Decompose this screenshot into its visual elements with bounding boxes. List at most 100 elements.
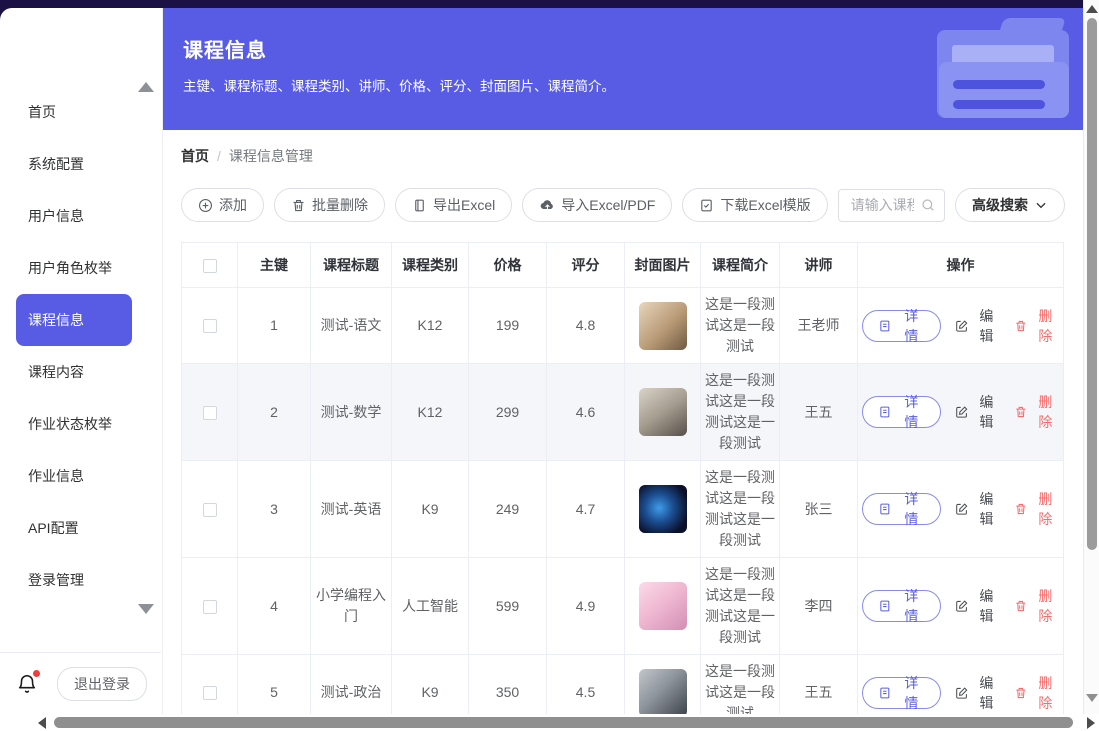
sidebar-item-7[interactable]: 作业信息 xyxy=(0,450,162,502)
export-excel-button[interactable]: 导出Excel xyxy=(395,188,512,222)
page-header-banner: 课程信息 主键、课程标题、课程类别、讲师、价格、评分、封面图片、课程简介。 xyxy=(163,8,1083,130)
row-checkbox[interactable] xyxy=(203,503,217,517)
delete-trash-icon xyxy=(1014,319,1028,333)
select-all-checkbox[interactable] xyxy=(203,259,217,273)
sidebar-item-6[interactable]: 作业状态枚举 xyxy=(0,398,162,450)
cover-image xyxy=(639,485,687,533)
id-cell: 5 xyxy=(238,655,311,715)
sidebar-item-0[interactable]: 首页 xyxy=(0,86,162,138)
detail-doc-icon xyxy=(878,599,892,613)
row-checkbox[interactable] xyxy=(203,319,217,333)
category-cell: K12 xyxy=(392,364,469,461)
cover-cell xyxy=(625,655,701,715)
trash-icon xyxy=(291,198,306,213)
edit-pencil-icon xyxy=(955,599,969,613)
sidebar-item-4[interactable]: 课程信息 xyxy=(16,294,132,346)
horizontal-scrollbar[interactable] xyxy=(30,714,1083,731)
checkbox-cell xyxy=(182,655,238,715)
download-template-button[interactable]: 下载Excel模版 xyxy=(682,188,827,222)
intro-cell: 这是一段测试这是一段测试 xyxy=(701,288,780,364)
edit-button[interactable]: 编辑 xyxy=(955,489,1000,529)
rating-cell: 4.6 xyxy=(547,364,625,461)
scroll-down-arrow-icon[interactable] xyxy=(1086,694,1098,702)
ops-cell: 详情编辑删除 xyxy=(858,364,1064,461)
edit-button[interactable]: 编辑 xyxy=(955,586,1000,626)
logout-button[interactable]: 退出登录 xyxy=(57,667,147,701)
checkbox-cell xyxy=(182,288,238,364)
detail-button[interactable]: 详情 xyxy=(862,310,941,342)
intro-cell: 这是一段测试这是一段测试这是一段测试 xyxy=(701,461,780,558)
sidebar-item-2[interactable]: 用户信息 xyxy=(0,190,162,242)
detail-doc-icon xyxy=(878,686,892,700)
ops-cell: 详情编辑删除 xyxy=(858,655,1064,715)
edit-button[interactable]: 编辑 xyxy=(955,306,1000,346)
scroll-left-arrow-icon[interactable] xyxy=(38,717,46,729)
sidebar-item-1[interactable]: 系统配置 xyxy=(0,138,162,190)
delete-trash-icon xyxy=(1014,405,1028,419)
category-cell: 人工智能 xyxy=(392,558,469,655)
breadcrumb: 首页 / 课程信息管理 xyxy=(181,146,1065,166)
title-cell: 测试-英语 xyxy=(311,461,392,558)
edit-button[interactable]: 编辑 xyxy=(955,673,1000,713)
detail-button[interactable]: 详情 xyxy=(862,396,941,428)
sidebar: 首页系统配置用户信息用户角色枚举课程信息课程内容作业状态枚举作业信息API配置登… xyxy=(0,8,163,731)
sidebar-item-8[interactable]: API配置 xyxy=(0,502,162,554)
table-row: 1测试-语文K121994.8这是一段测试这是一段测试王老师详情编辑删除 xyxy=(182,288,1064,364)
vertical-scrollbar[interactable] xyxy=(1083,0,1099,714)
row-checkbox[interactable] xyxy=(203,686,217,700)
id-cell: 1 xyxy=(238,288,311,364)
vertical-scrollbar-thumb[interactable] xyxy=(1087,18,1097,550)
row-checkbox[interactable] xyxy=(203,406,217,420)
row-checkbox[interactable] xyxy=(203,600,217,614)
cloud-upload-icon xyxy=(539,197,555,213)
scrollbar-corner xyxy=(1083,714,1099,731)
add-button-label: 添加 xyxy=(219,195,247,215)
add-button[interactable]: 添加 xyxy=(181,188,264,222)
category-cell: K12 xyxy=(392,288,469,364)
ops-cell: 详情编辑删除 xyxy=(858,558,1064,655)
delete-button[interactable]: 删除 xyxy=(1014,673,1059,713)
delete-button[interactable]: 删除 xyxy=(1014,489,1059,529)
notification-bell-icon[interactable] xyxy=(14,671,40,697)
export-excel-label: 导出Excel xyxy=(433,195,495,215)
table-body: 1测试-语文K121994.8这是一段测试这是一段测试王老师详情编辑删除2测试-… xyxy=(182,288,1064,715)
detail-button[interactable]: 详情 xyxy=(862,493,941,525)
toolbar: 添加 批量删除 导出Excel 导入Excel/PDF 下载Excel模版 xyxy=(181,188,1065,222)
teacher-cell: 王老师 xyxy=(780,288,858,364)
sidebar-item-3[interactable]: 用户角色枚举 xyxy=(0,242,162,294)
edit-pencil-icon xyxy=(955,686,969,700)
search-icon[interactable] xyxy=(920,197,936,216)
plus-circle-icon xyxy=(198,198,213,213)
import-excel-button[interactable]: 导入Excel/PDF xyxy=(522,188,672,222)
sidebar-item-9[interactable]: 登录管理 xyxy=(0,554,162,606)
table-header-row: 主键课程标题课程类别价格评分封面图片课程简介讲师操作 xyxy=(182,243,1064,288)
horizontal-scrollbar-thumb[interactable] xyxy=(54,717,1073,728)
batch-delete-button[interactable]: 批量删除 xyxy=(274,188,385,222)
checkbox-cell xyxy=(182,461,238,558)
column-header: 评分 xyxy=(547,243,625,288)
scroll-up-arrow-icon[interactable] xyxy=(1086,5,1098,13)
sidebar-item-5[interactable]: 课程内容 xyxy=(0,346,162,398)
detail-button[interactable]: 详情 xyxy=(862,677,941,709)
sidebar-scroll-down-icon[interactable] xyxy=(138,604,154,614)
scroll-right-arrow-icon[interactable] xyxy=(1087,717,1095,729)
column-header: 课程简介 xyxy=(701,243,780,288)
breadcrumb-home-link[interactable]: 首页 xyxy=(181,146,209,166)
folder-illustration-icon xyxy=(927,18,1069,122)
id-cell: 4 xyxy=(238,558,311,655)
delete-button[interactable]: 删除 xyxy=(1014,306,1059,346)
advanced-search-button[interactable]: 高级搜索 xyxy=(955,188,1065,222)
title-cell: 测试-语文 xyxy=(311,288,392,364)
category-cell: K9 xyxy=(392,655,469,715)
edit-pencil-icon xyxy=(955,405,969,419)
delete-button[interactable]: 删除 xyxy=(1014,392,1059,432)
detail-button[interactable]: 详情 xyxy=(862,590,941,622)
delete-button[interactable]: 删除 xyxy=(1014,586,1059,626)
edit-button[interactable]: 编辑 xyxy=(955,392,1000,432)
sidebar-scroll-up-icon[interactable] xyxy=(138,82,154,92)
rating-cell: 4.5 xyxy=(547,655,625,715)
search-box xyxy=(838,189,945,222)
price-cell: 350 xyxy=(469,655,547,715)
delete-trash-icon xyxy=(1014,502,1028,516)
column-header: 讲师 xyxy=(780,243,858,288)
